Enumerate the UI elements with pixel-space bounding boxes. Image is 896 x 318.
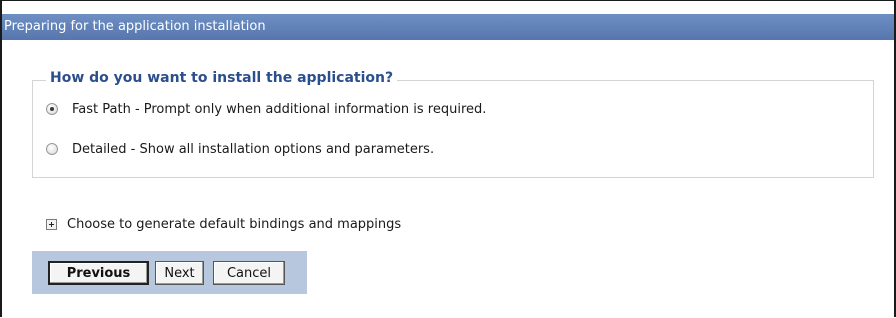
- previous-button[interactable]: Previous: [48, 261, 149, 285]
- install-options-group: [32, 80, 874, 178]
- page-title: Preparing for the application installati…: [2, 14, 894, 40]
- bindings-expander[interactable]: Choose to generate default bindings and …: [46, 217, 401, 232]
- next-button[interactable]: Next: [155, 261, 204, 285]
- detailed-radio[interactable]: [46, 143, 58, 155]
- bindings-label[interactable]: Choose to generate default bindings and …: [67, 217, 401, 232]
- detailed-option[interactable]: Detailed - Show all installation options…: [46, 139, 434, 159]
- dialog-frame: Preparing for the application installati…: [0, 0, 896, 317]
- detailed-label[interactable]: Detailed - Show all installation options…: [72, 142, 434, 157]
- install-options-legend: How do you want to install the applicati…: [46, 66, 398, 90]
- button-bar: Previous Next Cancel: [32, 251, 307, 294]
- fast-path-label[interactable]: Fast Path - Prompt only when additional …: [72, 102, 486, 117]
- fast-path-radio[interactable]: [46, 103, 58, 115]
- cancel-button[interactable]: Cancel: [213, 261, 285, 285]
- expand-plus-icon[interactable]: [46, 219, 57, 230]
- fast-path-option[interactable]: Fast Path - Prompt only when additional …: [46, 99, 486, 119]
